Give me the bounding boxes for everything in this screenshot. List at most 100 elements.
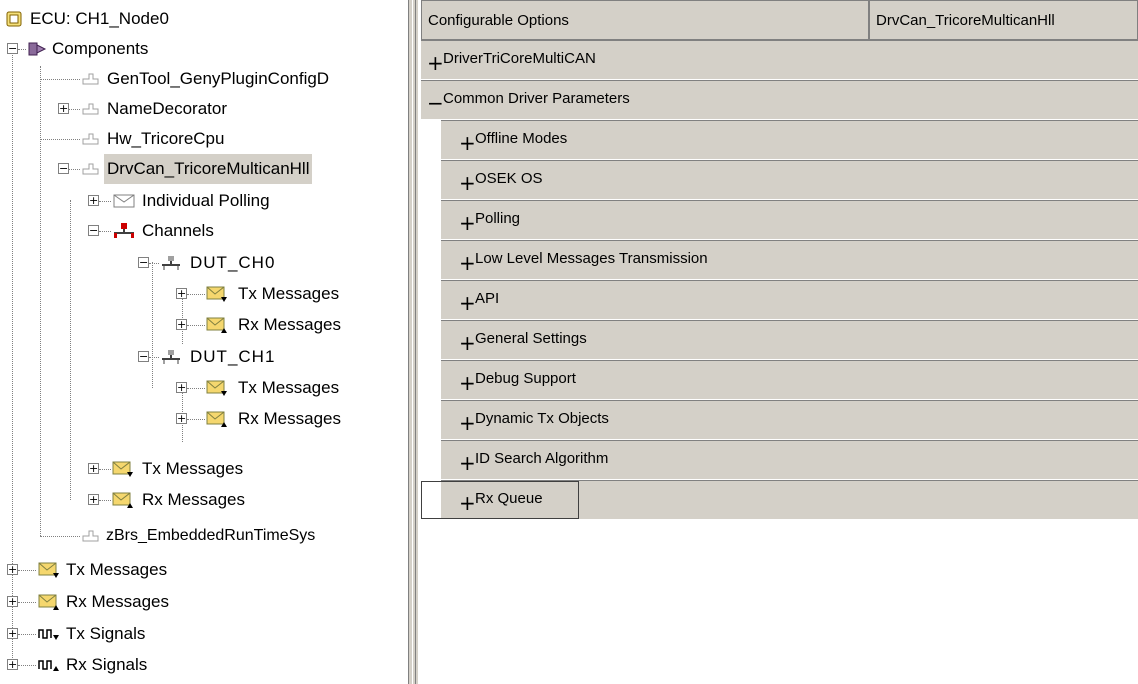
tree-line (18, 49, 26, 50)
option-row[interactable]: + Polling (441, 200, 1138, 240)
tree-node-drvcan[interactable]: − DrvCan_TricoreMulticanHll (0, 154, 408, 184)
option-row[interactable]: + DriverTriCoreMultiCAN (421, 40, 1138, 80)
tree-node-tx-signals[interactable]: + Tx Signals (0, 619, 408, 649)
expand-toggle[interactable]: + (427, 53, 444, 73)
column-header-component[interactable]: DrvCan_TricoreMulticanHll (869, 0, 1138, 40)
tree-line (40, 536, 80, 537)
expand-toggle[interactable]: + (459, 413, 476, 433)
tree-node-hw[interactable]: Hw_TricoreCpu (0, 124, 408, 154)
expand-toggle[interactable]: + (459, 453, 476, 473)
tree-node-ch0-rx[interactable]: + Rx Messages (0, 310, 408, 340)
tree-node-label: Hw_TricoreCpu (107, 129, 225, 148)
tree-node-label: Rx Messages (66, 592, 169, 611)
message-icon (112, 461, 133, 477)
tree-node-label: Tx Messages (66, 560, 168, 579)
tree-line (187, 325, 205, 326)
tree-node-ecu[interactable]: ECU: CH1_Node0 (0, 4, 408, 34)
tree-node-tx-messages[interactable]: + Tx Messages (0, 555, 408, 585)
collapse-toggle[interactable]: − (138, 257, 149, 268)
tree-line (99, 469, 111, 470)
tree-node-drv-rx[interactable]: + Rx Messages (0, 485, 408, 515)
tree-line (69, 169, 80, 170)
expand-toggle[interactable]: + (58, 103, 69, 114)
expand-toggle[interactable]: + (459, 253, 476, 273)
channel-icon (162, 256, 180, 270)
tree-node-label: Components (52, 39, 149, 58)
tree-node-rx-messages[interactable]: + Rx Messages (0, 587, 408, 617)
collapse-toggle[interactable]: − (7, 43, 18, 54)
message-icon (38, 594, 59, 610)
expand-toggle[interactable]: + (459, 213, 476, 233)
expand-toggle[interactable]: + (7, 628, 18, 639)
expand-toggle[interactable]: + (176, 413, 187, 424)
tree-node-label: NameDecorator (107, 99, 227, 118)
collapse-toggle[interactable]: − (88, 225, 99, 236)
column-header-options[interactable]: Configurable Options (421, 0, 869, 40)
expand-toggle[interactable]: + (176, 319, 187, 330)
tree-node-label: Tx Messages (238, 378, 340, 397)
expand-toggle[interactable]: + (459, 373, 476, 393)
tree-node-rx-signals[interactable]: + Rx Signals (0, 650, 408, 680)
tree-node-drv-tx[interactable]: + Tx Messages (0, 454, 408, 484)
collapse-toggle[interactable]: − (58, 163, 69, 174)
tree-line (40, 79, 80, 80)
tree-node-namedecorator[interactable]: + NameDecorator (0, 94, 408, 124)
envelope-icon (113, 194, 135, 208)
ecu-tree[interactable]: ECU: CH1_Node0 − Components GenTool_Geny… (0, 0, 408, 684)
collapse-toggle[interactable]: − (138, 351, 149, 362)
option-row[interactable]: + General Settings (441, 320, 1138, 360)
expand-toggle[interactable]: + (7, 564, 18, 575)
message-icon (206, 411, 227, 427)
option-label: ID Search Algorithm (475, 450, 609, 467)
option-row[interactable]: − Common Driver Parameters (421, 80, 1138, 120)
tree-node-label: DrvCan_TricoreMulticanHll (104, 154, 313, 184)
option-row[interactable]: + Dynamic Tx Objects (441, 400, 1138, 440)
tree-node-ch0-tx[interactable]: + Tx Messages (0, 279, 408, 309)
expand-toggle[interactable]: + (459, 293, 476, 313)
option-label: Dynamic Tx Objects (475, 410, 609, 427)
tree-line (187, 419, 205, 420)
expand-toggle[interactable]: + (459, 133, 476, 153)
tree-node-zbrs[interactable]: zBrs_EmbeddedRunTimeSys (0, 521, 408, 551)
tree-line (99, 201, 111, 202)
tree-node-ch1[interactable]: − DUT_CH1 (0, 342, 408, 372)
tree-node-channels[interactable]: − Channels (0, 216, 408, 246)
expand-toggle[interactable]: + (459, 173, 476, 193)
expand-toggle[interactable]: + (88, 195, 99, 206)
expand-toggle[interactable]: + (88, 494, 99, 505)
options-grid[interactable]: Configurable Options DrvCan_TricoreMulti… (419, 0, 1138, 684)
option-row[interactable]: + Low Level Messages Transmission (441, 240, 1138, 280)
expand-toggle[interactable]: + (176, 288, 187, 299)
tree-node-ch1-rx[interactable]: + Rx Messages (0, 404, 408, 434)
tree-line (18, 602, 36, 603)
collapse-toggle[interactable]: − (427, 93, 444, 113)
signal-icon (38, 660, 59, 671)
expand-toggle[interactable]: + (88, 463, 99, 474)
option-row[interactable]: + Offline Modes (441, 120, 1138, 160)
expand-toggle[interactable]: + (176, 382, 187, 393)
ecu-icon (6, 11, 22, 27)
tree-node-label: ECU: CH1_Node0 (30, 9, 169, 28)
option-row[interactable]: + Debug Support (441, 360, 1138, 400)
message-icon (206, 380, 227, 396)
tree-node-ch1-tx[interactable]: + Tx Messages (0, 373, 408, 403)
expand-toggle[interactable]: + (459, 333, 476, 353)
pane-splitter[interactable] (408, 0, 419, 684)
expand-toggle[interactable]: + (7, 596, 18, 607)
expand-toggle[interactable]: + (7, 659, 18, 670)
tree-node-gentool[interactable]: GenTool_GenyPluginConfigD (0, 64, 408, 94)
tree-line (99, 231, 111, 232)
tree-node-polling[interactable]: + Individual Polling (0, 186, 408, 216)
tree-line (18, 665, 36, 666)
tree-line (149, 263, 159, 264)
tree-node-components[interactable]: − Components (0, 34, 408, 64)
signal-icon (38, 629, 59, 640)
option-row[interactable]: + OSEK OS (441, 160, 1138, 200)
tree-node-ch0[interactable]: − DUT_CH0 (0, 248, 408, 278)
option-row[interactable]: + API (441, 280, 1138, 320)
option-row[interactable]: + ID Search Algorithm (441, 440, 1138, 480)
tree-line (18, 570, 36, 571)
tree-node-label: DUT_CH1 (190, 347, 276, 366)
option-label: Debug Support (475, 370, 576, 387)
message-icon (38, 562, 59, 578)
